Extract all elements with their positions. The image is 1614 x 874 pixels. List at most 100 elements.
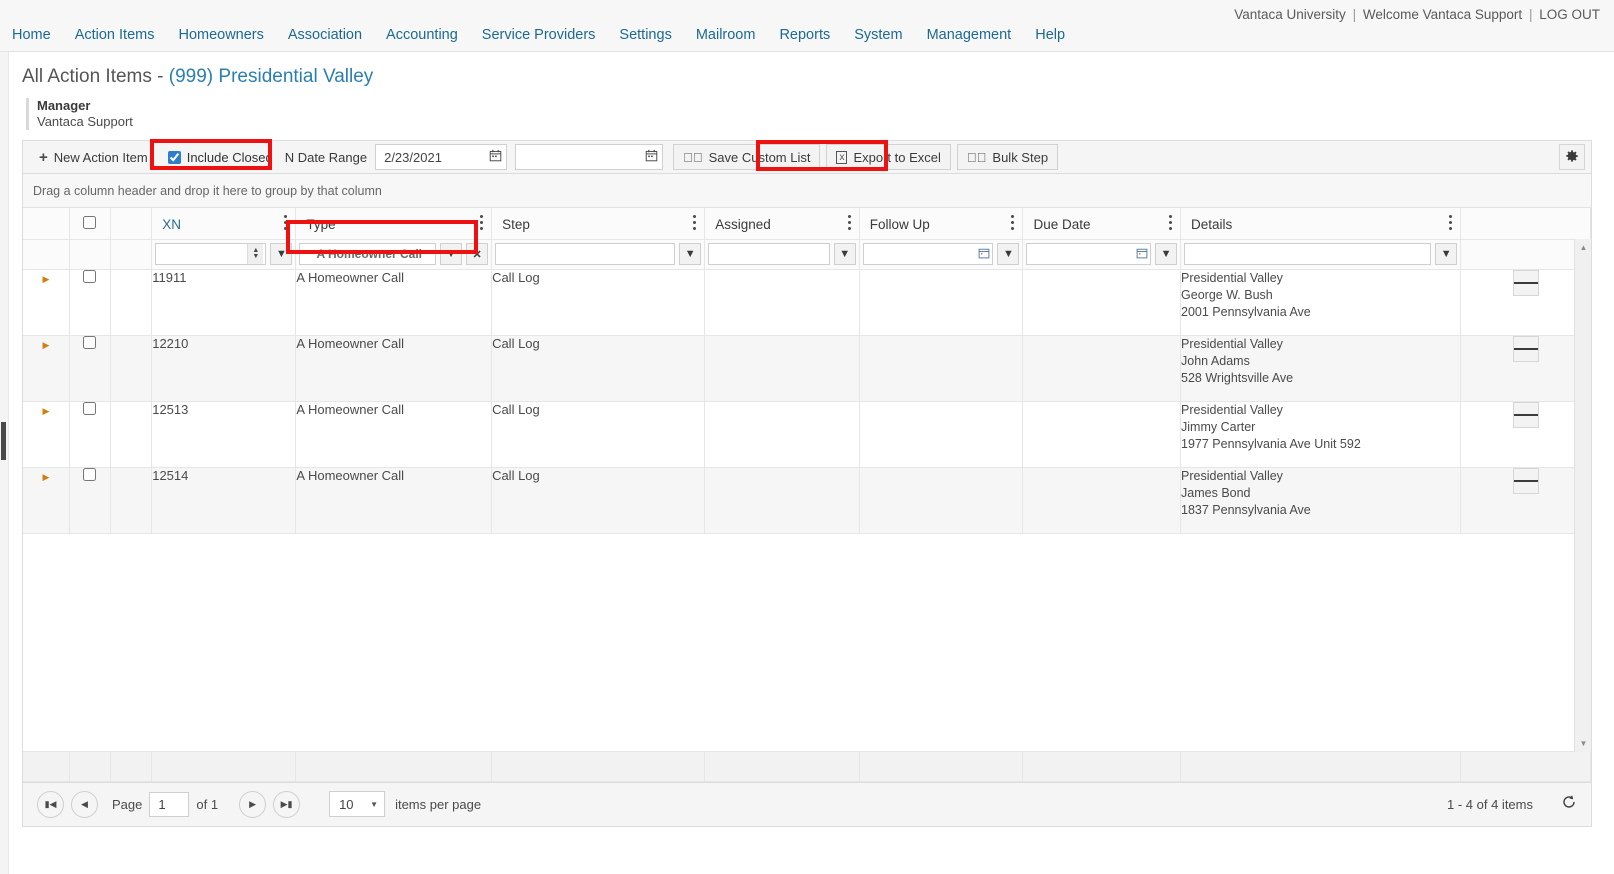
nav-homeowners[interactable]: Homeowners xyxy=(166,26,275,44)
group-panel[interactable]: Drag a column header and drop it here to… xyxy=(23,174,1591,208)
kebab-menu-icon-type[interactable] xyxy=(480,215,484,233)
nav-reports[interactable]: Reports xyxy=(767,26,842,44)
cell-actions[interactable] xyxy=(1460,269,1591,336)
row-checkbox[interactable] xyxy=(83,335,97,349)
row-select-cell[interactable] xyxy=(69,335,112,402)
include-closed-checkbox-wrap[interactable]: Include Closed xyxy=(167,150,273,165)
table-row[interactable]: ▶ 12514 A Homeowner Call Call Log Presid… xyxy=(23,467,1591,534)
row-expander-cell[interactable]: ▶ xyxy=(23,269,70,336)
cell-actions[interactable] xyxy=(1460,401,1591,468)
nav-service-providers[interactable]: Service Providers xyxy=(470,26,608,44)
filter-step-input[interactable] xyxy=(495,243,676,265)
header-assigned[interactable]: Assigned xyxy=(704,208,860,240)
nav-management[interactable]: Management xyxy=(915,26,1024,44)
refresh-button[interactable] xyxy=(1561,794,1577,814)
kebab-menu-icon-assigned[interactable] xyxy=(847,215,851,233)
clear-filter-type-button[interactable]: ✕ xyxy=(466,243,489,265)
next-page-button[interactable]: ▶ xyxy=(239,790,267,818)
kebab-menu-icon-followup[interactable] xyxy=(1011,215,1015,233)
page-size-select[interactable]: 10 ▼ xyxy=(329,791,386,817)
row-menu-button[interactable] xyxy=(1512,269,1539,296)
expand-arrow-icon[interactable]: ▶ xyxy=(42,274,49,284)
grid-settings-button[interactable] xyxy=(1559,144,1585,170)
page-number-input[interactable]: 1 xyxy=(149,791,190,817)
nav-mailroom[interactable]: Mailroom xyxy=(684,26,768,44)
filter-details-button[interactable]: ▼ xyxy=(1435,243,1458,265)
table-row[interactable]: ▶ 12210 A Homeowner Call Call Log Presid… xyxy=(23,335,1591,402)
nav-action-items[interactable]: Action Items xyxy=(63,26,167,44)
row-menu-button[interactable] xyxy=(1512,467,1539,494)
cell-actions[interactable] xyxy=(1460,467,1591,534)
sidebar-collapse-handle[interactable] xyxy=(1,422,6,460)
nav-accounting[interactable]: Accounting xyxy=(374,26,470,44)
header-xn[interactable]: XN xyxy=(151,208,297,240)
header-details[interactable]: Details xyxy=(1180,208,1462,240)
export-to-excel-button[interactable]: x Export to Excel xyxy=(826,144,951,170)
calendar-icon[interactable] xyxy=(489,149,502,165)
cell-actions[interactable] xyxy=(1460,335,1591,402)
calendar-icon-followup[interactable] xyxy=(978,247,990,262)
row-checkbox[interactable] xyxy=(83,269,97,283)
row-expander-cell[interactable]: ▶ xyxy=(23,335,70,402)
filter-followup-input[interactable] xyxy=(862,243,994,265)
filter-assigned-input[interactable] xyxy=(708,243,830,265)
header-type[interactable]: Type xyxy=(295,208,493,240)
filter-duedate-input[interactable] xyxy=(1026,243,1152,265)
scroll-up-arrow-icon[interactable]: ▲ xyxy=(1575,239,1592,255)
first-page-button[interactable]: ▮◀ xyxy=(37,790,64,818)
row-menu-button[interactable] xyxy=(1512,335,1539,362)
calendar-icon-duedate[interactable] xyxy=(1136,247,1148,262)
date-range-from-input[interactable]: 2/23/2021 xyxy=(375,144,508,170)
row-expander-cell[interactable]: ▶ xyxy=(23,401,70,468)
row-menu-button[interactable] xyxy=(1512,401,1539,428)
nav-system[interactable]: System xyxy=(842,26,914,44)
nav-home[interactable]: Home xyxy=(12,26,63,44)
row-select-cell[interactable] xyxy=(69,401,112,468)
filter-step-button[interactable]: ▼ xyxy=(679,243,702,265)
header-duedate[interactable]: Due Date xyxy=(1022,208,1182,240)
kebab-menu-icon-step[interactable] xyxy=(693,215,697,233)
nav-help[interactable]: Help xyxy=(1023,26,1077,44)
filter-type-button[interactable]: ▼ xyxy=(440,243,463,265)
grid-vertical-scrollbar[interactable]: ▲ ▼ xyxy=(1574,239,1591,752)
include-closed-checkbox[interactable] xyxy=(167,150,181,164)
table-row[interactable]: ▶ 12513 A Homeowner Call Call Log Presid… xyxy=(23,401,1591,468)
row-select-cell[interactable] xyxy=(69,467,112,534)
table-row[interactable]: ▶ 11911 A Homeowner Call Call Log Presid… xyxy=(23,269,1591,336)
kebab-menu-icon-details[interactable] xyxy=(1449,215,1453,233)
row-checkbox[interactable] xyxy=(83,467,97,481)
row-checkbox[interactable] xyxy=(83,401,97,415)
row-select-cell[interactable] xyxy=(69,269,112,336)
kebab-menu-icon-xn[interactable] xyxy=(284,215,288,233)
logout-link[interactable]: LOG OUT xyxy=(1539,7,1600,22)
kebab-menu-icon-duedate[interactable] xyxy=(1169,215,1173,233)
nav-settings[interactable]: Settings xyxy=(607,26,683,44)
last-page-button[interactable]: ▶▮ xyxy=(273,790,301,818)
header-followup[interactable]: Follow Up xyxy=(859,208,1024,240)
expand-arrow-icon[interactable]: ▶ xyxy=(42,472,49,482)
filter-xn-button[interactable]: ▼ xyxy=(270,243,293,265)
expand-arrow-icon[interactable]: ▶ xyxy=(42,406,49,416)
expand-arrow-icon[interactable]: ▶ xyxy=(42,340,49,350)
select-all-checkbox[interactable] xyxy=(83,216,97,229)
filter-followup-button[interactable]: ▼ xyxy=(997,243,1020,265)
nav-association[interactable]: Association xyxy=(276,26,374,44)
calendar-icon-2[interactable] xyxy=(645,149,658,165)
date-range-to-input[interactable] xyxy=(515,144,664,170)
filter-assigned-cell: ▼ xyxy=(704,239,860,270)
filter-details-input[interactable] xyxy=(1184,243,1432,265)
save-custom-list-button[interactable]: ✓⃝ Save Custom List xyxy=(673,144,821,170)
filter-duedate-button[interactable]: ▼ xyxy=(1155,243,1178,265)
filter-assigned-button[interactable]: ▼ xyxy=(833,243,856,265)
bulk-step-button[interactable]: ✓⃝ Bulk Step xyxy=(956,144,1059,170)
previous-page-button[interactable]: ◀ xyxy=(71,790,98,818)
association-link[interactable]: (999) Presidential Valley xyxy=(169,66,374,87)
header-step[interactable]: Step xyxy=(491,208,706,240)
numeric-stepper-icon[interactable]: ▲ ▼ xyxy=(247,244,264,264)
filter-type-input[interactable]: A Homeowner Call xyxy=(299,243,437,265)
new-action-item-button[interactable]: + New Action Item xyxy=(29,144,158,170)
scroll-down-arrow-icon[interactable]: ▼ xyxy=(1575,736,1592,752)
row-expander-cell[interactable]: ▶ xyxy=(23,467,70,534)
filter-xn-input[interactable]: ▲ ▼ xyxy=(155,243,267,265)
details-association: Presidential Valley xyxy=(1181,402,1283,417)
